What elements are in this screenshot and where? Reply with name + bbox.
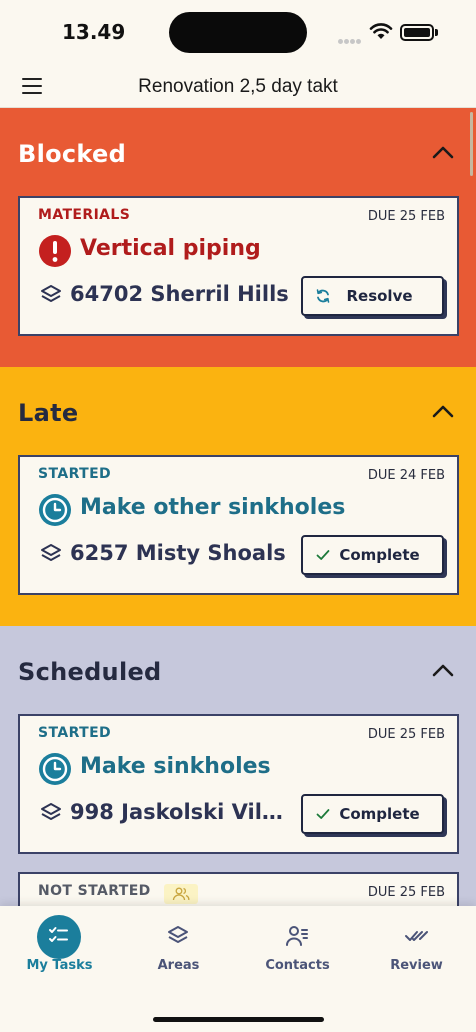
alert-icon [39, 235, 71, 267]
battery-icon [400, 24, 434, 41]
complete-button[interactable]: Complete [301, 794, 444, 834]
task-location: 64702 Sherril Hills [40, 282, 289, 306]
signal-icon [338, 29, 362, 48]
task-location: 6257 Misty Shoals [40, 541, 286, 565]
section-title-blocked: Blocked [18, 140, 127, 168]
scrollbar[interactable] [470, 112, 473, 176]
chevron-up-icon[interactable] [432, 144, 454, 160]
task-due-date: DUE 24 FEB [367, 468, 445, 483]
tab-review[interactable]: Review [357, 906, 476, 986]
double-check-icon [405, 931, 428, 941]
tab-bar: My Tasks Areas Contacts Review [0, 906, 476, 1032]
task-card[interactable]: STARTED DUE 24 FEB Make other sinkholes … [18, 455, 459, 595]
layers-icon [41, 803, 61, 820]
task-location-label: 6257 Misty Shoals [70, 541, 286, 565]
tab-label: My Tasks [26, 958, 93, 973]
chevron-up-icon[interactable] [432, 403, 454, 419]
layers-icon [168, 926, 188, 943]
task-title: Make sinkholes [80, 754, 271, 779]
home-indicator [153, 1017, 324, 1022]
complete-button[interactable]: Complete [301, 535, 444, 575]
dynamic-island [169, 12, 307, 53]
tab-areas[interactable]: Areas [119, 906, 238, 986]
refresh-icon [316, 289, 330, 303]
section-blocked: Blocked MATERIALS DUE 25 FEB Vertical pi… [0, 108, 476, 367]
task-due-date: DUE 25 FEB [367, 727, 445, 742]
layers-icon [41, 544, 61, 561]
tab-label: Areas [157, 958, 200, 973]
app-header: Renovation 2,5 day takt [0, 66, 476, 108]
complete-button-label: Complete [339, 805, 420, 823]
tasks-icon [49, 927, 68, 942]
task-location: 998 Jaskolski Villa... [40, 800, 290, 824]
section-title-late: Late [18, 399, 79, 427]
resolve-button[interactable]: Resolve [301, 276, 444, 316]
tab-contacts[interactable]: Contacts [238, 906, 357, 986]
task-status: NOT STARTED [38, 883, 151, 899]
people-icon [172, 887, 190, 901]
chevron-up-icon[interactable] [432, 662, 454, 678]
wifi-icon [369, 23, 393, 39]
task-location-label: 998 Jaskolski Villa... [70, 800, 290, 824]
task-status: STARTED [38, 466, 112, 482]
task-title: Make other sinkholes [80, 495, 346, 520]
check-icon [316, 809, 330, 819]
contacts-icon [286, 926, 308, 946]
clock-icon [39, 753, 71, 785]
status-bar: 13.49 [0, 0, 476, 66]
layers-icon [41, 285, 61, 302]
tab-label: Review [390, 958, 443, 973]
status-time: 13.49 [62, 20, 126, 44]
task-due-date: DUE 25 FEB [367, 209, 445, 224]
task-title: Vertical piping [80, 236, 261, 261]
resolve-button-label: Resolve [346, 287, 413, 305]
task-due-date: DUE 25 FEB [367, 885, 445, 900]
people-badge [164, 884, 198, 904]
section-late: Late STARTED DUE 24 FEB Make other sinkh… [0, 367, 476, 626]
section-scheduled: Scheduled STARTED DUE 25 FEB Make sinkho… [0, 626, 476, 952]
task-card[interactable]: STARTED DUE 25 FEB Make sinkholes 998 Ja… [18, 714, 459, 854]
task-location-label: 64702 Sherril Hills [70, 282, 289, 306]
task-card[interactable]: MATERIALS DUE 25 FEB Vertical piping 647… [18, 196, 459, 336]
check-icon [316, 550, 330, 560]
task-status: MATERIALS [38, 207, 131, 223]
tab-label: Contacts [265, 958, 330, 973]
section-title-scheduled: Scheduled [18, 658, 162, 686]
task-status: STARTED [38, 725, 112, 741]
clock-icon [39, 494, 71, 526]
page-title: Renovation 2,5 day takt [138, 76, 338, 97]
complete-button-label: Complete [339, 546, 420, 564]
tab-my-tasks[interactable]: My Tasks [0, 906, 119, 986]
